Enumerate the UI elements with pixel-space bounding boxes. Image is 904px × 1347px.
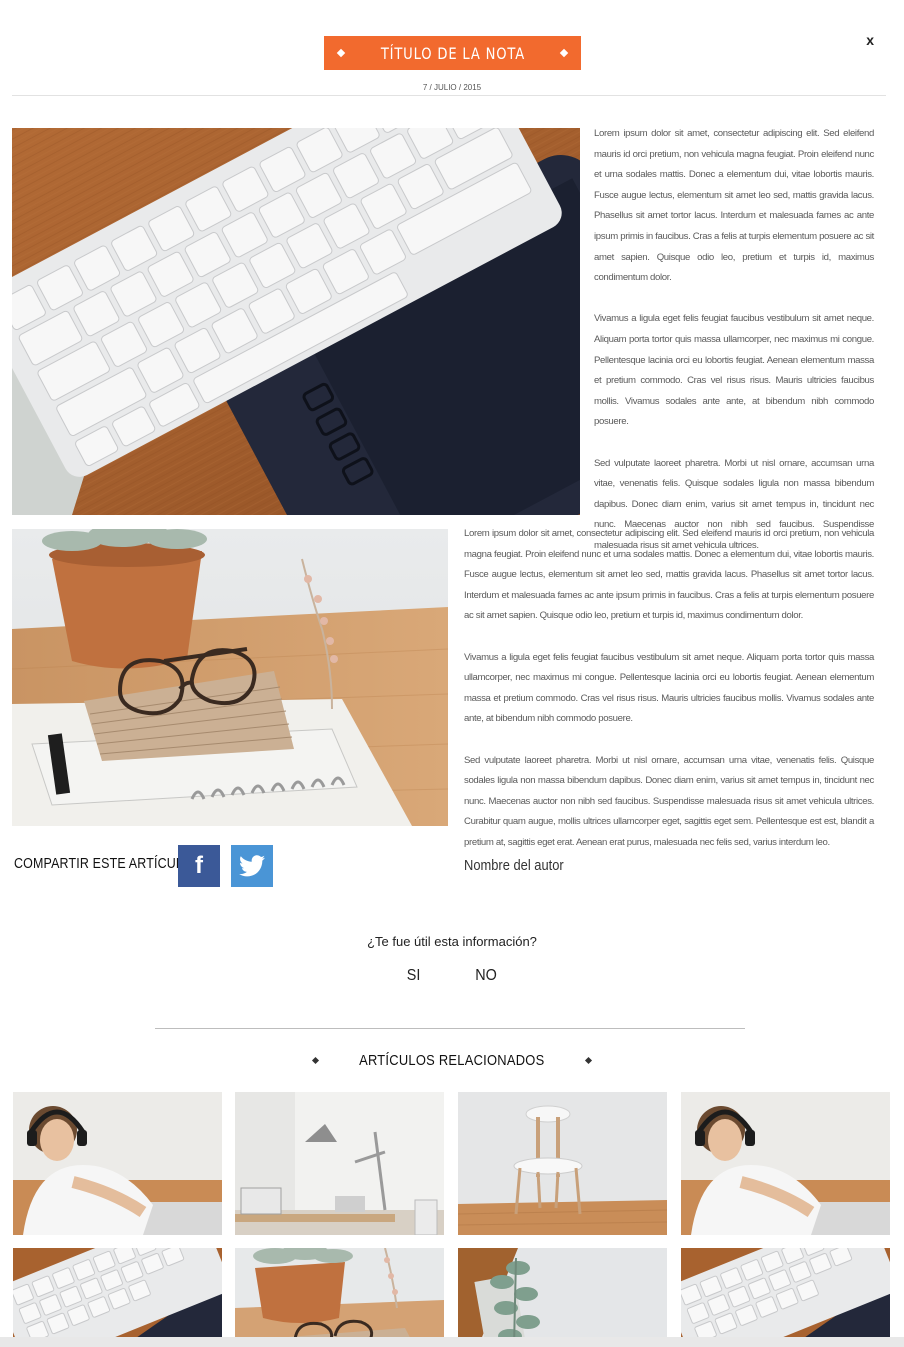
- divider: [12, 95, 886, 96]
- article-image-desk-plant: [12, 529, 448, 826]
- paragraph: Sed vulputate laoreet pharetra. Morbi ut…: [464, 754, 874, 848]
- diamond-icon: [584, 1056, 592, 1065]
- note-title: TÍTULO DE LA NOTA: [380, 43, 525, 63]
- twitter-icon: [239, 855, 265, 877]
- twitter-share-button[interactable]: [231, 845, 273, 887]
- feedback-question: ¿Te fue útil esta información?: [367, 934, 537, 949]
- note-date: 7 / JULIO / 2015: [422, 83, 482, 92]
- related-article-card[interactable]: [681, 1092, 890, 1235]
- diamond-icon: [312, 1056, 320, 1065]
- related-article-card[interactable]: [13, 1248, 222, 1347]
- related-article-card[interactable]: [458, 1092, 667, 1235]
- related-article-card[interactable]: [235, 1248, 444, 1347]
- article-text-block-2: Lorem ipsum dolor sit amet, consectetur …: [464, 524, 874, 874]
- close-button[interactable]: x: [866, 32, 874, 48]
- facebook-share-button[interactable]: f: [178, 845, 220, 887]
- facebook-icon: f: [195, 852, 203, 879]
- paragraph: Lorem ipsum dolor sit amet, consectetur …: [464, 528, 874, 622]
- related-article-card[interactable]: [458, 1248, 667, 1347]
- related-articles-heading: ARTÍCULOS RELACIONADOS: [0, 1052, 904, 1069]
- feedback-options: SI NO: [0, 967, 904, 985]
- author-name: Nombre del autor: [464, 857, 564, 874]
- share-label: COMPARTIR ESTE ARTÍCULO: [14, 855, 193, 872]
- paragraph: Vivamus a ligula eget felis feugiat fauc…: [594, 313, 874, 428]
- related-article-card[interactable]: [681, 1248, 890, 1347]
- note-title-banner: TÍTULO DE LA NOTA: [324, 36, 581, 70]
- article-image-keyboard: [12, 128, 580, 515]
- feedback-yes-button[interactable]: SI: [407, 967, 421, 985]
- diamond-icon: [559, 48, 569, 58]
- diamond-icon: [336, 48, 346, 58]
- paragraph: Lorem ipsum dolor sit amet, consectetur …: [594, 128, 874, 284]
- related-articles-title: ARTÍCULOS RELACIONADOS: [359, 1052, 545, 1069]
- related-article-card[interactable]: [13, 1092, 222, 1235]
- related-article-card[interactable]: [235, 1092, 444, 1235]
- paragraph: Vivamus a ligula eget felis feugiat fauc…: [464, 651, 874, 725]
- divider: [155, 1028, 745, 1029]
- article-text-block-1: Lorem ipsum dolor sit amet, consectetur …: [594, 124, 874, 577]
- window-bottom-edge: [0, 1337, 904, 1347]
- feedback-no-button[interactable]: NO: [475, 967, 497, 985]
